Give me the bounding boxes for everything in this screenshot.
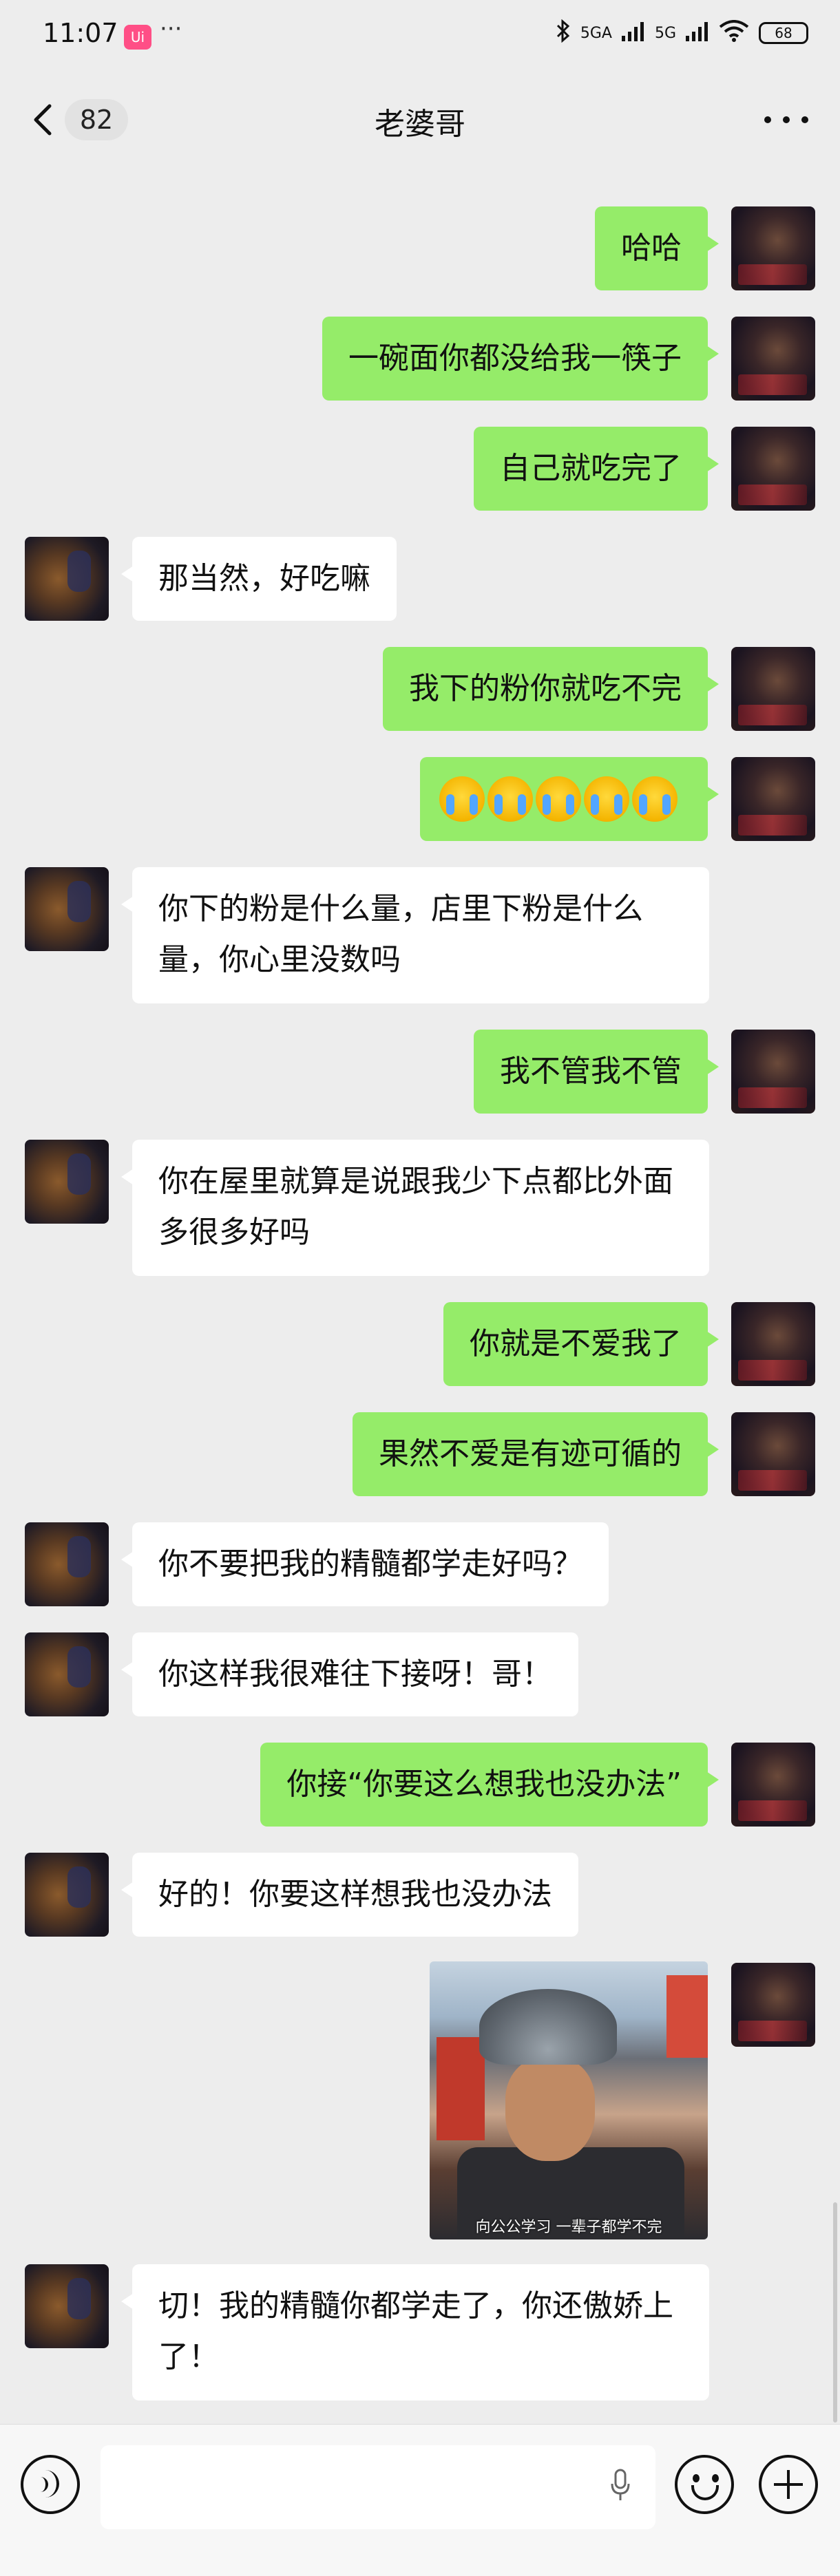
message-bubble-contact[interactable]: 你这样我很难往下接呀！哥！ [121,1632,578,1716]
photo-face [505,2058,595,2161]
message-input[interactable] [101,2445,655,2529]
wifi-icon [719,20,749,46]
self-avatar[interactable] [731,427,815,511]
self-avatar[interactable] [731,317,815,401]
app-notification-icon: Ui [124,25,151,50]
emoji-icon[interactable] [675,2455,734,2514]
battery-icon: 68 [759,22,808,44]
signal-label-2: 5G [654,24,676,42]
input-toolbar [0,2424,840,2576]
image-message[interactable]: 向公公学习 一辈子都学不完 [430,1961,708,2239]
crying-face-icon [487,776,533,822]
contact-avatar[interactable] [25,1632,109,1716]
chat-title: 老婆哥 [375,107,465,142]
message-bubble-contact[interactable]: 好的！你要这样想我也没办法 [121,1853,578,1937]
message-bubble-self[interactable]: 我不管我不管 [474,1030,719,1114]
contact-avatar[interactable] [25,2264,109,2348]
status-time: 11:07 [43,18,118,48]
signal-bars-icon [621,21,645,45]
self-avatar[interactable] [731,757,815,841]
crying-face-icon [584,776,629,822]
chat-header: 82 老婆哥 [0,76,840,165]
more-notifications-icon: ··· [160,15,182,43]
crying-emoji-row [439,757,689,841]
photo-helmet [479,1989,617,2065]
message-bubble-self[interactable]: 一碗面你都没给我一筷子 [322,317,719,401]
status-indicators: 5GA 5G 68 [556,19,808,47]
message-bubble-contact[interactable]: 你不要把我的精髓都学走好吗？ [121,1522,609,1606]
bluetooth-icon [556,19,571,47]
message-bubble-self[interactable]: 果然不爱是有迹可循的 [353,1412,719,1496]
self-avatar[interactable] [731,206,815,290]
signal-label-1: 5GA [580,24,612,42]
photo-flag [666,1975,708,2058]
message-bubble-self[interactable]: 我下的粉你就吃不完 [383,647,719,731]
voice-icon[interactable] [21,2455,80,2514]
message-bubble-contact[interactable]: 切！我的精髓你都学走了，你还傲娇上了！ [121,2264,709,2401]
mic-icon[interactable] [610,2469,631,2502]
self-avatar[interactable] [731,1963,815,2047]
self-avatar[interactable] [731,1412,815,1496]
signal-bars-icon [686,21,709,45]
contact-avatar[interactable] [25,1853,109,1937]
photo-flag [437,2037,485,2140]
contact-avatar[interactable] [25,1522,109,1606]
contact-avatar[interactable] [25,867,109,951]
image-caption: 向公公学习 一辈子都学不完 [475,2219,662,2236]
crying-face-icon [439,776,485,822]
self-avatar[interactable] [731,1302,815,1386]
message-bubble-self[interactable]: 哈哈 [595,206,719,290]
plus-icon[interactable] [759,2455,818,2514]
message-bubble-contact[interactable]: 你下的粉是什么量，店里下粉是什么量，你心里没数吗 [121,867,709,1003]
self-avatar[interactable] [731,647,815,731]
message-bubble-self[interactable]: 你就是不爱我了 [443,1302,719,1386]
crying-face-icon [632,776,678,822]
self-avatar[interactable] [731,1743,815,1827]
contact-avatar[interactable] [25,537,109,621]
crying-face-icon [536,776,581,822]
self-avatar[interactable] [731,1030,815,1114]
message-bubble-self[interactable] [420,757,719,841]
more-dots-icon[interactable] [764,111,808,128]
message-bubble-contact[interactable]: 你在屋里就算是说跟我少下点都比外面多很多好吗 [121,1140,709,1276]
message-bubble-contact[interactable]: 那当然，好吃嘛 [121,537,397,621]
message-bubble-self[interactable]: 自己就吃完了 [474,427,719,511]
scrollbar[interactable] [833,2202,837,2423]
message-bubble-self[interactable]: 你接“你要这么想我也没办法” [260,1743,719,1827]
contact-avatar[interactable] [25,1140,109,1224]
status-bar: 11:07 Ui ··· 5GA 5G 68 [0,0,840,72]
